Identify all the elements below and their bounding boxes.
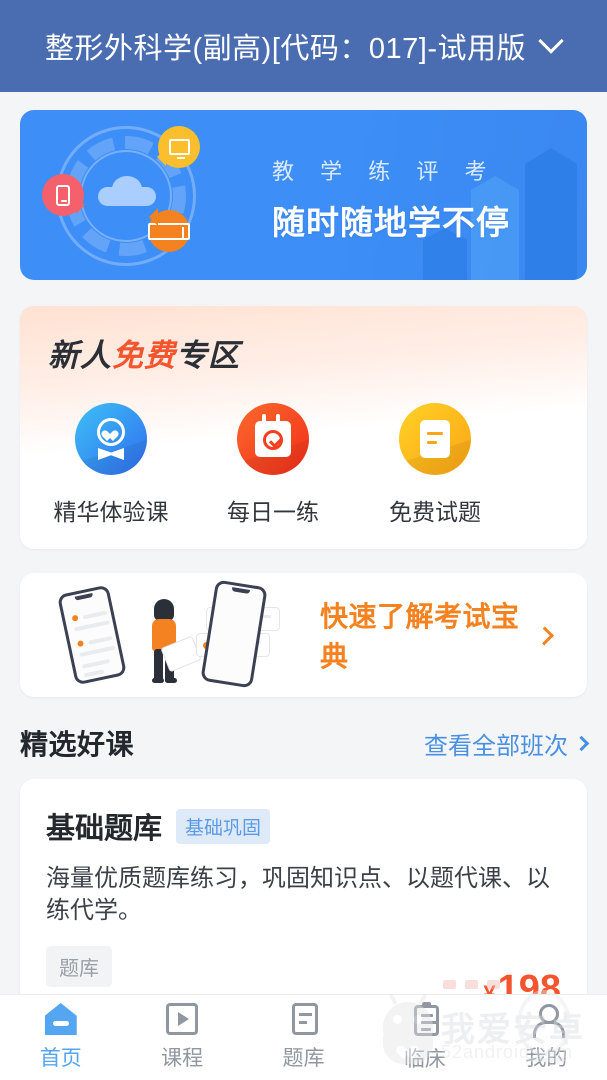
dot-decor xyxy=(71,614,79,622)
phone-illustration xyxy=(200,579,268,689)
header-title-text: 整形外科学(副高)[代码：017]-试用版 xyxy=(45,33,526,65)
tab-label: 临床 xyxy=(403,1047,446,1071)
banner-tech-graphic xyxy=(42,118,222,278)
free-zone-item-daily-practice[interactable]: 每日一练 xyxy=(202,403,344,527)
tab-home[interactable]: 首页 xyxy=(0,995,121,1080)
tab-question-bank[interactable]: 题库 xyxy=(243,995,364,1080)
line-decor xyxy=(81,658,111,669)
quick-learn-cta[interactable]: 快速了解考试宝典 xyxy=(320,595,587,675)
phone-notch xyxy=(231,587,251,594)
line-decor xyxy=(420,1027,431,1031)
banner-headline: 随时随地学不停 xyxy=(272,204,510,241)
promo-banner[interactable]: 教 学 练 评 考 随时随地学不停 xyxy=(20,110,587,280)
free-zone-title-highlight: 免费 xyxy=(112,338,176,373)
free-zone-items: 精华体验课 每日一练 免费试题 xyxy=(20,375,587,527)
play-icon xyxy=(166,1003,199,1035)
person-illustration xyxy=(144,599,202,687)
phone-bubble-icon xyxy=(42,174,85,216)
phone-glyph-icon xyxy=(56,184,70,206)
free-zone-card: 新人免费专区 精华体验课 每日一练 免费试题 xyxy=(20,306,587,549)
free-zone-item-free-questions[interactable]: 免费试题 xyxy=(364,403,506,527)
bottom-tab-bar: 首页 课程 题库 临床 我的 xyxy=(0,994,607,1080)
ribbon-shape xyxy=(98,448,124,460)
person-icon xyxy=(530,1003,566,1038)
phone-notch xyxy=(74,593,94,601)
tab-label: 课程 xyxy=(161,1047,204,1070)
document-glyph xyxy=(420,420,450,458)
free-zone-title-part2: 专区 xyxy=(176,338,240,373)
cloud-icon xyxy=(98,176,156,206)
line-decor xyxy=(83,669,105,678)
course-title-row: 基础题库 基础巩固 xyxy=(46,805,561,847)
chevron-down-icon[interactable] xyxy=(540,32,562,54)
chevron-right-icon xyxy=(573,735,590,751)
tab-label: 首页 xyxy=(39,1047,82,1070)
free-zone-title: 新人免费专区 xyxy=(20,306,587,375)
line-decor xyxy=(82,610,108,620)
app-root: 整形外科学(副高)[代码：017]-试用版 教 学 练 评 考 随时随地学不停 … xyxy=(0,0,607,1080)
tablet-glyph-icon xyxy=(148,222,190,240)
calendar-check-icon xyxy=(237,403,309,475)
tab-courses[interactable]: 课程 xyxy=(121,995,242,1080)
clipboard-icon xyxy=(413,1001,439,1036)
app-header: 整形外科学(副高)[代码：017]-试用版 xyxy=(0,0,607,92)
medal-glyph xyxy=(94,418,128,460)
quick-learn-illustration xyxy=(20,573,320,697)
monitor-glyph-icon xyxy=(168,139,190,159)
tab-clinical[interactable]: 临床 xyxy=(364,995,485,1080)
heart-shape xyxy=(105,426,117,437)
medal-heart-icon xyxy=(75,403,147,475)
free-zone-item-label: 免费试题 xyxy=(389,499,481,525)
tab-label: 我的 xyxy=(525,1047,568,1070)
course-title: 基础题库 xyxy=(46,813,163,845)
tab-profile[interactable]: 我的 xyxy=(486,995,607,1080)
foot-shape xyxy=(165,678,177,683)
quick-learn-cta-label: 快速了解考试宝典 xyxy=(320,601,520,672)
document-icon xyxy=(399,403,471,475)
line-decor xyxy=(420,1013,433,1017)
section-title: 精选好课 xyxy=(20,729,135,760)
dot-decor xyxy=(76,640,85,648)
foot-shape xyxy=(152,678,164,683)
calendar-glyph xyxy=(255,414,291,457)
view-all-classes-link[interactable]: 查看全部班次 xyxy=(424,726,590,761)
chevron-right-icon xyxy=(534,626,555,646)
course-description: 海量优质题库练习，巩固知识点、以题代课、以练代学。 xyxy=(46,865,550,925)
monitor-bubble-icon xyxy=(157,126,200,168)
check-circle-shape xyxy=(263,430,283,450)
course-card[interactable]: 基础题库 基础巩固 海量优质题库练习，巩固知识点、以题代课、以练代学。 题库 ¥… xyxy=(20,779,587,1010)
header-title-button[interactable]: 整形外科学(副高)[代码：017]-试用版 xyxy=(45,25,562,67)
featured-courses-header: 精选好课 查看全部班次 xyxy=(20,723,590,763)
course-badge: 基础巩固 xyxy=(176,808,271,844)
free-zone-item-label: 精华体验课 xyxy=(53,499,169,525)
free-zone-title-part1: 新人 xyxy=(48,338,112,373)
scroll-content: 教 学 练 评 考 随时随地学不停 新人免费专区 精华体验课 每日一练 免费试题… xyxy=(0,92,607,1080)
line-decor xyxy=(79,645,116,657)
leg-shape xyxy=(152,649,164,683)
clipboard-clip xyxy=(421,1001,431,1008)
building-shape xyxy=(525,148,577,280)
tab-label: 题库 xyxy=(282,1047,325,1070)
document-icon xyxy=(292,1003,319,1035)
course-tag: 题库 xyxy=(46,945,112,987)
line-decor xyxy=(74,620,111,632)
line-decor xyxy=(88,635,113,645)
home-icon xyxy=(44,1003,77,1035)
banner-subtitle: 教 学 练 评 考 xyxy=(272,159,497,184)
phone-illustration xyxy=(57,584,127,686)
quick-learn-card[interactable]: 快速了解考试宝典 xyxy=(20,573,587,697)
free-zone-item-label: 每日一练 xyxy=(227,499,319,525)
tablet-bubble-icon xyxy=(148,208,190,252)
banner-text-block: 教 学 练 评 考 随时随地学不停 xyxy=(272,154,510,244)
line-decor xyxy=(420,1020,437,1024)
free-zone-item-trial-course[interactable]: 精华体验课 xyxy=(40,403,182,527)
view-all-classes-label: 查看全部班次 xyxy=(424,732,568,760)
